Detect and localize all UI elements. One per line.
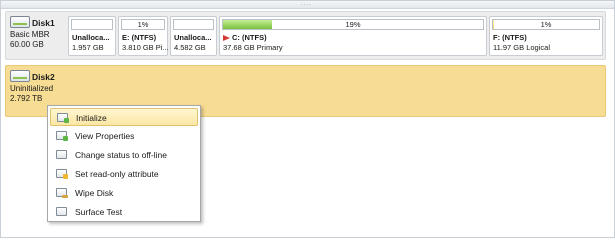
partition-unallocated-2[interactable]: Unalloca... 4.582 GB xyxy=(170,16,217,56)
partition-size: 37.68 GB Primary xyxy=(223,43,283,52)
disk-icon xyxy=(10,16,30,28)
partition-size: 4.582 GB xyxy=(174,43,206,52)
offline-icon xyxy=(56,150,67,159)
menu-item-label: Change status to off-line xyxy=(75,150,167,160)
menu-item-set-read-only[interactable]: Set read-only attribute xyxy=(50,165,198,183)
menu-item-label: Wipe Disk xyxy=(75,188,114,198)
menu-item-view-properties[interactable]: View Properties xyxy=(50,127,198,145)
panel-splitter[interactable]: .... xyxy=(1,1,614,9)
usage-bar xyxy=(173,19,214,30)
partition-size: 1.957 GB xyxy=(72,43,104,52)
partition-name: C: (NTFS) xyxy=(232,33,267,42)
disk-icon xyxy=(10,70,30,82)
wipe-icon xyxy=(56,188,68,198)
partition-name: E: (NTFS) xyxy=(122,33,157,42)
usage-bar: 19% xyxy=(222,19,484,30)
partition-f[interactable]: 1% F: (NTFS) 11.97 GB Logical xyxy=(489,16,603,56)
surface-test-icon xyxy=(56,207,67,216)
partition-size: 11.97 GB Logical xyxy=(493,43,550,52)
usage-bar xyxy=(71,19,113,30)
disk-row-disk1[interactable]: Disk1 Basic MBR 60.00 GB Unalloca... 1.9… xyxy=(5,11,606,60)
menu-item-label: View Properties xyxy=(75,131,135,141)
disk-status: Uninitialized xyxy=(10,84,54,93)
boot-flag-icon xyxy=(223,35,230,42)
disk-type: Basic MBR xyxy=(10,30,50,39)
partition-unallocated-1[interactable]: Unalloca... 1.957 GB xyxy=(68,16,116,56)
partition-name-wrap: C: (NTFS) xyxy=(223,33,267,42)
context-menu: Initialize View Properties Change status… xyxy=(47,105,201,222)
menu-item-surface-test[interactable]: Surface Test xyxy=(50,203,198,221)
splitter-grip-icon[interactable]: .... xyxy=(301,1,315,7)
disk-map-panel: .... Disk1 Basic MBR 60.00 GB Unalloca..… xyxy=(0,0,615,238)
partition-e[interactable]: 1% E: (NTFS) 3.810 GB Pi... xyxy=(118,16,169,56)
menu-item-change-status-offline[interactable]: Change status to off-line xyxy=(50,146,198,164)
menu-item-label: Set read-only attribute xyxy=(75,169,159,179)
disk-size: 60.00 GB xyxy=(10,39,44,49)
usage-text: 19% xyxy=(345,20,361,29)
disk-name: Disk2 xyxy=(32,72,55,82)
partition-size: 3.810 GB Pi... xyxy=(122,43,169,52)
usage-text: 1% xyxy=(137,20,149,29)
menu-item-label: Surface Test xyxy=(75,207,123,217)
partition-name: Unalloca... xyxy=(72,33,110,42)
partition-name: Unalloca... xyxy=(174,33,212,42)
disk-info: Disk1 Basic MBR 60.00 GB xyxy=(10,16,62,49)
readonly-icon xyxy=(56,169,68,179)
menu-item-wipe-disk[interactable]: Wipe Disk xyxy=(50,184,198,202)
initialize-icon xyxy=(57,113,69,123)
disk-size: 2.792 TB xyxy=(10,93,43,103)
disk-info: Disk2 Uninitialized 2.792 TB xyxy=(10,70,62,103)
partition-c[interactable]: 19% C: (NTFS) 37.68 GB Primary xyxy=(219,16,487,56)
usage-text: 1% xyxy=(540,20,552,29)
usage-bar: 1% xyxy=(492,19,600,30)
properties-icon xyxy=(56,131,68,141)
usage-bar: 1% xyxy=(121,19,165,30)
disk-name: Disk1 xyxy=(32,18,55,28)
partition-name: F: (NTFS) xyxy=(493,33,527,42)
menu-item-initialize[interactable]: Initialize xyxy=(50,108,198,126)
menu-item-label: Initialize xyxy=(76,113,107,123)
